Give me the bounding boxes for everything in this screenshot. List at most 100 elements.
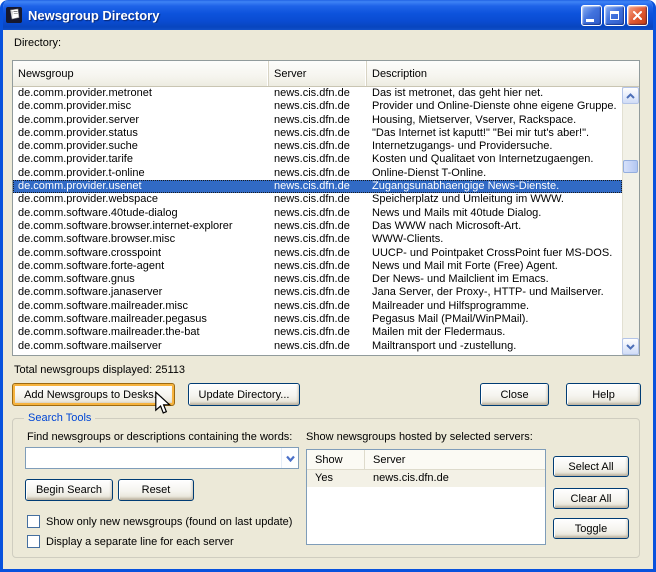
cell-description: Online-Dienst T-Online.	[367, 167, 622, 180]
newsgroup-row[interactable]: de.comm.provider.misc news.cis.dfn.de Pr…	[13, 100, 622, 113]
column-header-newsgroup[interactable]: Newsgroup	[13, 61, 269, 86]
cell-description: Kosten und Qualitaet von Internetzugaeng…	[367, 153, 622, 166]
total-newsgroups-label: Total newsgroups displayed:	[14, 364, 152, 376]
vertical-scrollbar[interactable]	[622, 87, 639, 355]
cell-newsgroup: de.comm.software.40tude-dialog	[13, 207, 269, 220]
newsgroup-row[interactable]: de.comm.provider.metronet news.cis.dfn.d…	[13, 87, 622, 100]
column-header-description[interactable]: Description	[367, 61, 639, 86]
cell-description: Zugangsunabhaengige News-Dienste.	[367, 180, 622, 193]
newsgroup-row[interactable]: de.comm.software.forte-agent news.cis.df…	[13, 260, 622, 273]
cell-newsgroup: de.comm.software.mailserver	[13, 340, 269, 353]
cell-server: news.cis.dfn.de	[269, 180, 367, 193]
newsgroup-row[interactable]: de.comm.provider.tarife news.cis.dfn.de …	[13, 153, 622, 166]
cell-server: news.cis.dfn.de	[269, 326, 367, 339]
minimize-button[interactable]	[581, 5, 602, 26]
clear-all-button[interactable]: Clear All	[553, 488, 629, 509]
reset-button[interactable]: Reset	[118, 479, 194, 501]
maximize-icon	[610, 11, 619, 20]
server-list-body: Yes news.cis.dfn.de	[307, 470, 545, 487]
cell-newsgroup: de.comm.provider.t-online	[13, 167, 269, 180]
server-list-headers: Show Server	[307, 450, 545, 470]
newsgroup-row[interactable]: de.comm.software.janaserver news.cis.dfn…	[13, 286, 622, 299]
column-header-server[interactable]: Server	[365, 450, 545, 469]
list-body: de.comm.provider.metronet news.cis.dfn.d…	[13, 87, 622, 355]
scroll-up-button[interactable]	[622, 87, 639, 104]
select-all-button[interactable]: Select All	[553, 456, 629, 477]
checkbox-row-separate-line: Display a separate line for each server	[27, 535, 234, 548]
newsgroup-row[interactable]: de.comm.provider.status news.cis.dfn.de …	[13, 127, 622, 140]
begin-search-button[interactable]: Begin Search	[25, 479, 113, 501]
newsgroup-row[interactable]: de.comm.software.mailreader.pegasus news…	[13, 313, 622, 326]
newsgroup-row[interactable]: de.comm.software.crosspoint news.cis.dfn…	[13, 247, 622, 260]
total-newsgroups-status: Total newsgroups displayed: 25113	[14, 364, 185, 376]
newsgroup-row[interactable]: de.comm.provider.t-online news.cis.dfn.d…	[13, 167, 622, 180]
scrollbar-thumb[interactable]	[623, 160, 638, 173]
cell-description: Mailen mit der Fledermaus.	[367, 326, 622, 339]
newsgroup-list: Newsgroup Server Description de.comm.pro…	[12, 60, 640, 356]
cell-newsgroup: de.comm.provider.server	[13, 114, 269, 127]
cell-description: WWW-Clients.	[367, 233, 622, 246]
cell-server-name: news.cis.dfn.de	[365, 470, 545, 487]
close-window-button[interactable]	[627, 5, 648, 26]
combo-dropdown-button[interactable]	[281, 448, 298, 468]
newsgroup-row[interactable]: de.comm.software.40tude-dialog news.cis.…	[13, 207, 622, 220]
cell-description: UUCP- und Pointpaket CrossPoint fuer MS-…	[367, 247, 622, 260]
cell-newsgroup: de.comm.software.mailreader.pegasus	[13, 313, 269, 326]
server-list: Show Server Yes news.cis.dfn.de	[306, 449, 546, 545]
maximize-button[interactable]	[604, 5, 625, 26]
search-words-input[interactable]	[26, 448, 281, 468]
cell-server: news.cis.dfn.de	[269, 114, 367, 127]
newsgroup-row[interactable]: de.comm.software.browser.misc news.cis.d…	[13, 233, 622, 246]
newsgroup-app-icon	[6, 7, 23, 23]
show-only-new-checkbox[interactable]	[27, 515, 40, 528]
update-directory-button[interactable]: Update Directory...	[188, 383, 300, 406]
search-words-combobox[interactable]	[25, 447, 299, 469]
cell-server: news.cis.dfn.de	[269, 193, 367, 206]
scroll-down-button[interactable]	[622, 338, 639, 355]
cell-newsgroup: de.comm.software.janaserver	[13, 286, 269, 299]
newsgroup-row[interactable]: de.comm.software.mailserver news.cis.dfn…	[13, 340, 622, 353]
newsgroup-row[interactable]: de.comm.provider.usenet news.cis.dfn.de …	[13, 180, 622, 193]
cell-server: news.cis.dfn.de	[269, 153, 367, 166]
cell-server: news.cis.dfn.de	[269, 260, 367, 273]
newsgroup-row[interactable]: de.comm.provider.suche news.cis.dfn.de I…	[13, 140, 622, 153]
newsgroup-row[interactable]: de.comm.provider.webspace news.cis.dfn.d…	[13, 193, 622, 206]
title-bar[interactable]: Newsgroup Directory	[0, 0, 656, 30]
newsgroup-row[interactable]: de.comm.software.mailreader.misc news.ci…	[13, 300, 622, 313]
find-words-label: Find newsgroups or descriptions containi…	[27, 431, 292, 443]
search-tools-group: Search Tools Find newsgroups or descript…	[12, 418, 640, 558]
cell-newsgroup: de.comm.provider.tarife	[13, 153, 269, 166]
checkbox-row-new-newsgroups: Show only new newsgroups (found on last …	[27, 515, 292, 528]
column-header-server[interactable]: Server	[269, 61, 367, 86]
separate-line-label: Display a separate line for each server	[46, 536, 234, 548]
add-newsgroups-button[interactable]: Add Newsgroups to Desks...	[12, 383, 175, 406]
cell-server: news.cis.dfn.de	[269, 340, 367, 353]
newsgroup-row[interactable]: de.comm.provider.server news.cis.dfn.de …	[13, 114, 622, 127]
cell-show: Yes	[307, 470, 365, 487]
cell-description: News und Mail mit Forte (Free) Agent.	[367, 260, 622, 273]
column-header-show[interactable]: Show	[307, 450, 365, 469]
server-row[interactable]: Yes news.cis.dfn.de	[307, 470, 545, 487]
dialog-client-area: Directory: Newsgroup Server Description …	[3, 30, 653, 569]
cell-description: Provider und Online-Dienste ohne eigene …	[367, 100, 622, 113]
newsgroup-row[interactable]: de.comm.software.browser.internet-explor…	[13, 220, 622, 233]
show-only-new-label: Show only new newsgroups (found on last …	[46, 516, 292, 528]
newsgroup-row[interactable]: de.comm.software.mailreader.the-bat news…	[13, 326, 622, 339]
close-button[interactable]: Close	[480, 383, 549, 406]
cell-server: news.cis.dfn.de	[269, 247, 367, 260]
toggle-button[interactable]: Toggle	[553, 518, 629, 539]
chevron-up-icon	[626, 93, 635, 99]
separate-line-checkbox[interactable]	[27, 535, 40, 548]
cell-description: Housing, Mietserver, Vserver, Rackspace.	[367, 114, 622, 127]
cell-newsgroup: de.comm.software.browser.misc	[13, 233, 269, 246]
cell-server: news.cis.dfn.de	[269, 167, 367, 180]
cell-description: Der News- und Mailclient im Emacs.	[367, 273, 622, 286]
cell-newsgroup: de.comm.software.mailreader.misc	[13, 300, 269, 313]
cell-description: Mailreader und Hilfsprogramme.	[367, 300, 622, 313]
cell-newsgroup: de.comm.software.mailreader.the-bat	[13, 326, 269, 339]
chevron-down-icon	[626, 344, 635, 350]
cell-newsgroup: de.comm.software.gnus	[13, 273, 269, 286]
window-title: Newsgroup Directory	[28, 8, 581, 23]
newsgroup-row[interactable]: de.comm.software.gnus news.cis.dfn.de De…	[13, 273, 622, 286]
help-button[interactable]: Help	[566, 383, 641, 406]
